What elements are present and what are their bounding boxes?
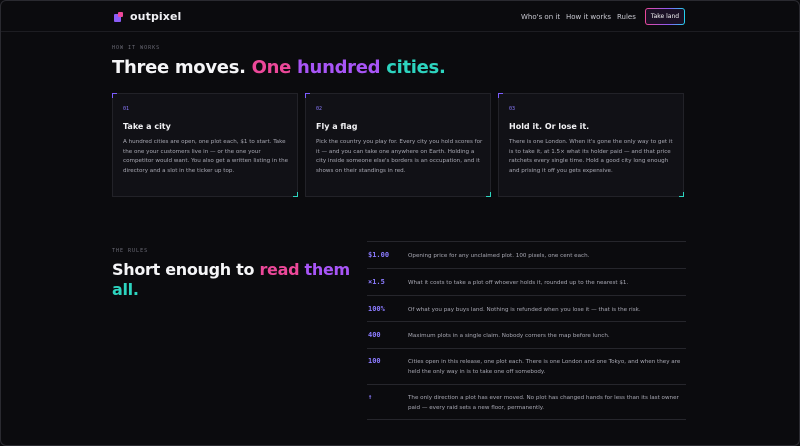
rule-key: 100 bbox=[368, 357, 381, 365]
step-body: There is one London. When it's gone the … bbox=[509, 139, 673, 174]
rule-text: Opening price for any unclaimed plot. 10… bbox=[408, 253, 590, 259]
step-number: 01 bbox=[123, 106, 130, 112]
nav-link-whos-on-it[interactable]: Who's on it bbox=[521, 13, 560, 21]
rule-key: ×1.5 bbox=[368, 278, 385, 286]
rules-title-part-3: them bbox=[304, 260, 351, 279]
rule-row: ↑ The only direction a plot has ever mov… bbox=[367, 385, 686, 420]
rule-key: 400 bbox=[368, 331, 381, 339]
step-title: Fly a flag bbox=[316, 122, 358, 131]
nav-link-rules[interactable]: Rules bbox=[617, 13, 636, 21]
rule-row: ×1.5 What it costs to take a plot off wh… bbox=[367, 269, 686, 296]
how-title: Three moves. One hundred cities. bbox=[112, 57, 446, 78]
logo[interactable]: outpixel bbox=[114, 10, 181, 23]
nav-link-how-it-works[interactable]: How it works bbox=[566, 13, 611, 21]
rule-row: 100 Cities open in this release, one plo… bbox=[367, 349, 686, 385]
take-land-button[interactable]: Take land bbox=[645, 8, 685, 25]
rules-list: $1.00 Opening price for any unclaimed pl… bbox=[367, 241, 686, 420]
rule-text: Maximum plots in a single claim. Nobody … bbox=[408, 333, 610, 339]
how-title-part-4: cities. bbox=[386, 57, 446, 78]
card-corner-accent bbox=[486, 192, 491, 197]
step-card-3: 03 Hold it. Or lose it. There is one Lon… bbox=[498, 93, 684, 197]
card-corner-accent bbox=[498, 93, 503, 98]
rules-title-part-2: read bbox=[259, 260, 305, 279]
how-eyebrow: HOW IT WORKS bbox=[112, 45, 161, 51]
rules-title-part-4: all. bbox=[112, 280, 139, 299]
step-card-1: 01 Take a city A hundred cities are open… bbox=[112, 93, 298, 197]
step-number: 02 bbox=[316, 106, 323, 112]
rule-text: Of what you pay buys land. Nothing is re… bbox=[408, 307, 641, 313]
step-title: Hold it. Or lose it. bbox=[509, 122, 590, 131]
rule-key: 100% bbox=[368, 305, 385, 313]
logo-icon bbox=[114, 11, 124, 22]
rules-title: Short enough to read them all. bbox=[112, 260, 362, 300]
step-body: Pick the country you play for. Every cit… bbox=[316, 139, 483, 174]
how-title-part-3: hundred bbox=[297, 57, 387, 78]
how-title-part-2: One bbox=[251, 57, 298, 78]
rule-row: $1.00 Opening price for any unclaimed pl… bbox=[367, 242, 686, 269]
rule-text: The only direction a plot has ever moved… bbox=[408, 395, 679, 411]
rule-text: Cities open in this release, one plot ea… bbox=[408, 359, 681, 375]
brand-name: outpixel bbox=[130, 10, 182, 23]
rules-eyebrow: THE RULES bbox=[112, 248, 149, 254]
rule-row: 100% Of what you pay buys land. Nothing … bbox=[367, 296, 686, 322]
how-title-part-1: Three moves. bbox=[112, 57, 252, 78]
rules-title-part-1: Short enough to bbox=[112, 260, 260, 279]
page: outpixel Who's on it How it works Rules … bbox=[0, 0, 800, 446]
step-number: 03 bbox=[509, 106, 516, 112]
rule-key: $1.00 bbox=[368, 251, 390, 259]
step-body: A hundred cities are open, one plot each… bbox=[123, 139, 289, 174]
take-land-label: Take land bbox=[646, 9, 684, 24]
rule-text: What it costs to take a plot off whoever… bbox=[408, 280, 629, 286]
rule-key: ↑ bbox=[368, 393, 373, 401]
step-card-2: 02 Fly a flag Pick the country you play … bbox=[305, 93, 491, 197]
card-corner-accent bbox=[112, 93, 117, 98]
card-corner-accent bbox=[293, 192, 298, 197]
step-title: Take a city bbox=[123, 122, 171, 131]
rule-row: 400 Maximum plots in a single claim. Nob… bbox=[367, 322, 686, 349]
top-nav: outpixel Who's on it How it works Rules … bbox=[1, 1, 799, 32]
card-corner-accent bbox=[305, 93, 310, 98]
card-corner-accent bbox=[679, 192, 684, 197]
